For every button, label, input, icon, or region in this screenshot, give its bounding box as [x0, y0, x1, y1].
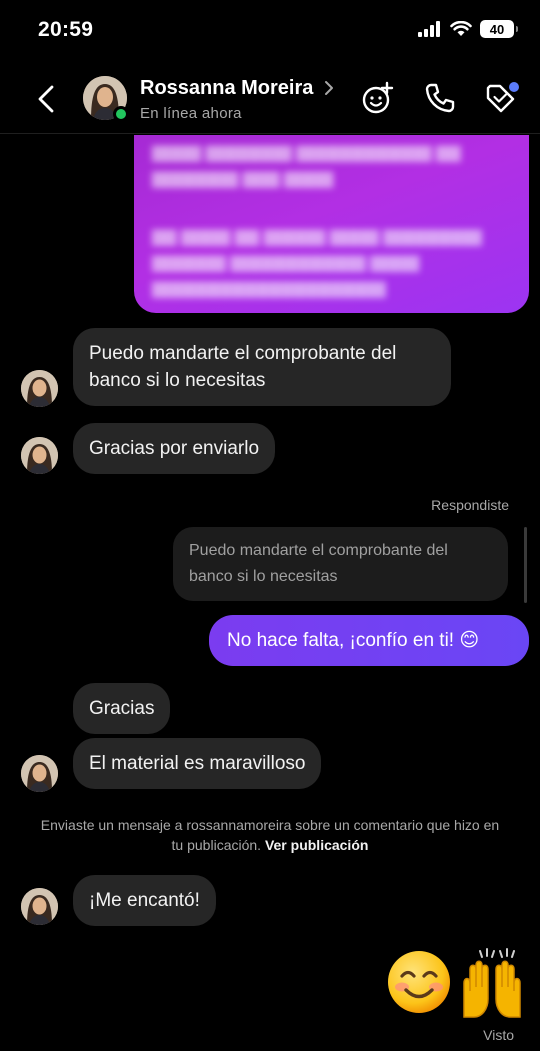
sender-avatar[interactable]: [21, 755, 58, 792]
back-icon[interactable]: [30, 82, 64, 116]
status-bar: 20:59 40: [0, 0, 540, 64]
incoming-message[interactable]: Gracias por enviarlo: [73, 423, 276, 474]
view-post-link[interactable]: Ver publicación: [265, 837, 368, 853]
raised-hands-emoji: [463, 948, 521, 1018]
quoted-message[interactable]: Puedo mandarte el comprobante del banco …: [173, 527, 508, 601]
notification-dot: [509, 82, 519, 92]
reply-label: Respondiste: [431, 497, 509, 513]
contact-status: En línea ahora: [140, 105, 242, 122]
add-effect-icon[interactable]: [360, 80, 396, 116]
incoming-message[interactable]: El material es maravilloso: [73, 738, 322, 789]
wifi-icon: [450, 21, 472, 36]
emoji-message[interactable]: 😊🙌: [386, 947, 528, 1019]
battery-indicator: 40: [480, 20, 518, 38]
incoming-message[interactable]: Puedo mandarte el comprobante del banco …: [73, 328, 451, 406]
online-indicator: [113, 106, 129, 122]
contact-name[interactable]: Rossanna Moreira: [140, 77, 313, 100]
phone-icon[interactable]: [422, 80, 458, 116]
message-list[interactable]: ▇▇▇▇ ▇▇▇▇▇▇▇ ▇▇▇▇▇▇▇▇▇▇▇ ▇▇ ▇▇▇▇▇▇▇ ▇▇▇ …: [0, 135, 540, 1051]
outgoing-message[interactable]: No hace falta, ¡confío en ti! 😊: [209, 615, 529, 666]
status-time: 20:59: [38, 18, 94, 41]
smiling-face-emoji: [388, 951, 450, 1013]
contact-avatar[interactable]: [83, 76, 129, 122]
sender-avatar[interactable]: [21, 370, 58, 407]
tag-button[interactable]: [482, 80, 519, 116]
seen-status: Visto: [483, 1027, 514, 1043]
signal-icon: [418, 21, 440, 37]
incoming-message[interactable]: Gracias: [73, 683, 171, 734]
status-icons: 40: [418, 20, 518, 38]
sender-avatar[interactable]: [21, 888, 58, 925]
chevron-right-icon[interactable]: [323, 78, 335, 98]
emoji-text: 😊🙌: [386, 947, 387, 948]
sender-avatar[interactable]: [21, 437, 58, 474]
chat-header: Rossanna Moreira En línea ahora: [0, 64, 540, 134]
system-notice: Enviaste un mensaje a rossannamoreira so…: [40, 815, 500, 855]
incoming-message[interactable]: ¡Me encantó!: [73, 875, 216, 926]
reply-bar: [524, 527, 527, 603]
blurred-outgoing-message[interactable]: ▇▇▇▇ ▇▇▇▇▇▇▇ ▇▇▇▇▇▇▇▇▇▇▇ ▇▇ ▇▇▇▇▇▇▇ ▇▇▇ …: [134, 135, 529, 313]
